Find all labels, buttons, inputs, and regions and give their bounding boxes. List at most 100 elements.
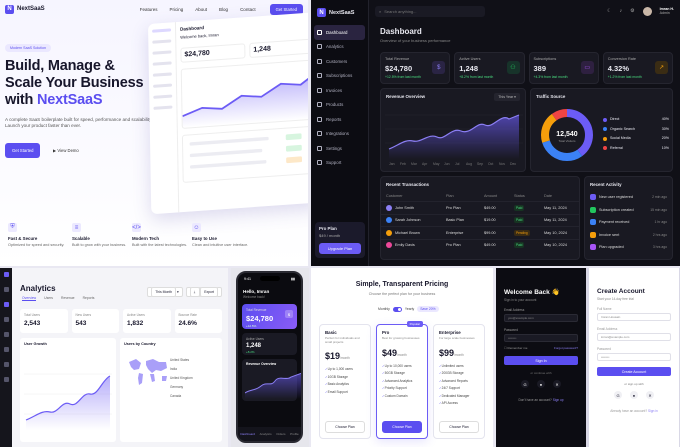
users-card[interactable]: Active Users 1,248 +8.2% [242,333,297,355]
stat-value: 1,832 [127,320,144,327]
tab-dashboard[interactable]: Dashboard [240,432,255,436]
name-field[interactable]: Imran Hossain [597,313,671,321]
choose-plan-button[interactable]: Choose Plan [325,421,365,433]
tab-profile[interactable]: Profile [290,432,299,436]
toggle-switch[interactable] [392,306,402,312]
password-field[interactable]: •••••••• [504,334,578,342]
create-account-button[interactable]: Create Account [597,367,671,376]
settings-gear-icon[interactable]: ⚙ [630,8,634,14]
range-select[interactable]: This Year ▾ [494,93,520,101]
export-button[interactable]: ⤓ Export [185,287,222,297]
nav-link-features[interactable]: Features [140,7,158,12]
sidebar-item-invoices[interactable]: Invoices [311,83,368,98]
moon-icon[interactable]: ☾ [607,8,611,14]
tab-users[interactable]: Users [44,296,53,301]
tab-revenue[interactable]: Revenue [61,296,75,301]
country-item: United States [170,358,190,362]
page-title: Analytics [20,284,56,293]
sidebar-item-label: Invoices [326,87,343,93]
tab-orders[interactable]: Orders [276,432,285,436]
status-badge: Paid [514,217,525,224]
choose-plan-button[interactable]: Choose Plan [382,421,422,433]
table-row[interactable]: Michael Brown Enterprise $99.00 Pending … [381,226,579,239]
google-icon[interactable]: G [521,380,529,388]
register-password-field[interactable]: •••••••• [597,353,671,361]
gear-icon[interactable] [3,377,9,382]
sidebar-item-settings[interactable]: Settings [311,141,368,156]
choose-plan-button[interactable]: Choose Plan [439,421,479,433]
nav-link-about[interactable]: About [195,7,207,12]
sign-up-link[interactable]: Sign up [553,398,564,402]
table-row[interactable]: Emily Davis Pro Plan $49.00 Paid May 10,… [381,238,579,252]
email-field[interactable]: you@example.com [504,314,578,322]
users-icon [317,58,322,64]
twitter-icon[interactable]: ✕ [646,391,654,399]
col-header: Date [544,194,553,198]
plan-period: /month [397,352,407,357]
table-row[interactable]: John Smith Pro Plan $49.00 Paid May 11, … [381,201,579,214]
bell-icon[interactable]: ♪ [620,8,623,14]
stat-change: +8.2% from last month [459,75,494,79]
chart-icon[interactable] [3,302,9,307]
tab-reports[interactable]: Reports [83,296,95,301]
plan-desc: Best for growing businesses [382,336,420,340]
users-icon[interactable] [3,317,9,322]
box-icon[interactable] [3,362,9,367]
feature-item: Up to 1,000 users [325,367,365,371]
sidebar-item-products[interactable]: Products [311,98,368,113]
login-subtitle: Sign in to your account [504,298,537,302]
recent-transactions-card: Recent Transactions Customer Plan Amount… [380,176,580,260]
nav-link-blog[interactable]: Blog [219,7,228,12]
toggle-monthly[interactable]: Monthly [378,307,390,311]
sign-in-button[interactable]: Sign In [504,356,578,365]
view-demo-button[interactable]: ▶ View Demo [48,143,84,158]
card-change: +12.5% [246,324,257,328]
feature-desc: Clean and intuitive user interface. [192,243,249,247]
box-icon [317,102,322,108]
github-icon[interactable]: ● [630,391,638,399]
upgrade-plan-button[interactable]: Upgrade Plan [319,243,361,254]
sidebar-item-label: Integrations [326,131,349,137]
register-email-field[interactable]: imran@example.com [597,333,671,341]
sidebar-item-customers[interactable]: Customers [311,54,368,69]
tab-overview[interactable]: Overview [22,296,37,301]
col-header: Amount [484,194,498,198]
logo-icon[interactable] [3,272,9,277]
tab-analytics[interactable]: Analytics [260,432,272,436]
table-row[interactable]: Sarah Johnson Basic Plan $19.00 Paid May… [381,213,579,227]
google-icon[interactable]: G [614,391,622,399]
billing-toggle[interactable]: Monthly Yearly Save 20% [378,306,439,312]
nav-link-pricing[interactable]: Pricing [170,7,184,12]
github-icon[interactable]: ● [537,380,545,388]
traffic-donut-chart: 12,540 Total Visitors [541,109,593,161]
register-form: Create Account Start your 14-day free tr… [589,268,679,447]
revenue-card[interactable]: Total Revenue $24,780 +12.5% $ [242,304,297,329]
search-input[interactable]: ⌕ Search anything... [375,5,485,17]
avatar[interactable] [642,6,652,16]
sidebar-item-support[interactable]: Support [311,156,368,171]
range-select[interactable]: This Month ▾ [147,287,183,297]
file-icon[interactable] [3,347,9,352]
remember-label: Remember me [507,346,528,350]
grid-icon[interactable] [3,287,9,292]
hero-get-started-button[interactable]: Get Started [5,143,41,158]
sidebar-item-integrations[interactable]: Integrations [311,127,368,142]
feature-desc: Optimized for speed and security. [8,243,65,247]
card-icon[interactable] [3,332,9,337]
feature-item: Custom Domain [382,394,422,398]
month-label: Oct [488,162,493,166]
nav-link-contact[interactable]: Contact [240,7,256,12]
stat-card-revenue: Total Revenue $24,780 +12.5% from last m… [380,52,451,84]
activity-text: Invoice sent [599,232,620,237]
stat-value: 24.6% [178,320,197,327]
sidebar-item-reports[interactable]: Reports [311,112,368,127]
remember-checkbox[interactable]: ☐ Remember me [504,346,527,350]
twitter-icon[interactable]: ✕ [553,380,561,388]
sidebar-item-subscriptions[interactable]: Subscriptions [311,69,368,84]
sign-in-link[interactable]: Sign in [648,409,658,413]
activity-item: New user registered 2 min ago [585,191,672,204]
toggle-yearly[interactable]: Yearly [405,307,414,311]
forgot-password-link[interactable]: Forgot password? [554,346,578,350]
sidebar-item-analytics[interactable]: Analytics [311,40,368,55]
sidebar-item-dashboard[interactable]: Dashboard [314,25,365,40]
